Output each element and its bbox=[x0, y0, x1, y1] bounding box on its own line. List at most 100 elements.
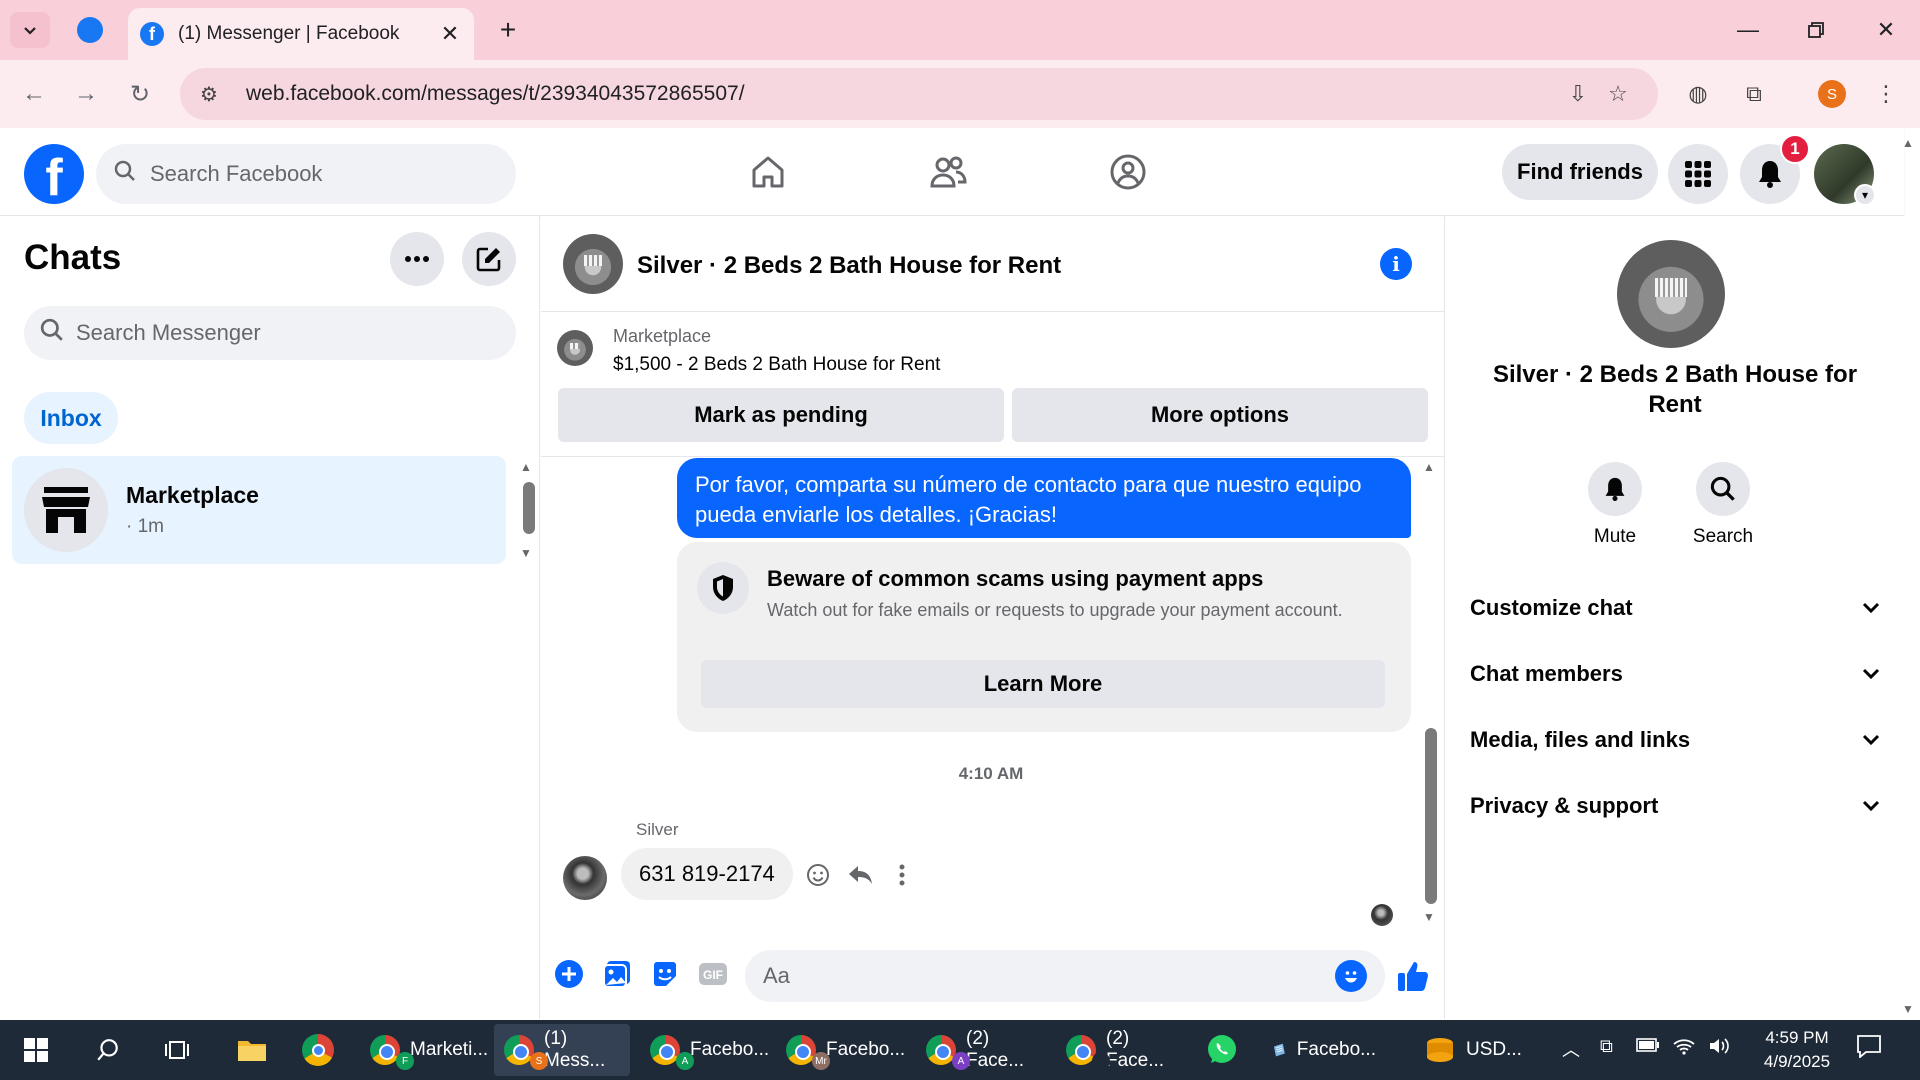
message-more-dots-icon[interactable] bbox=[887, 860, 917, 890]
sidebar-scroll-down-icon[interactable]: ▼ bbox=[520, 546, 532, 560]
address-bar[interactable]: ⚙ web.facebook.com/messages/t/2393404357… bbox=[180, 68, 1658, 120]
react-emoji-icon[interactable] bbox=[803, 860, 833, 890]
mark-as-pending-button[interactable]: Mark as pending bbox=[558, 388, 1004, 442]
listing-thumbnail[interactable] bbox=[557, 330, 593, 366]
chrome-icon[interactable] bbox=[298, 1030, 338, 1070]
chat-members-section[interactable]: Chat members bbox=[1470, 652, 1880, 696]
sidebar-scroll-up-icon[interactable]: ▲ bbox=[520, 460, 532, 474]
restore-button[interactable] bbox=[1786, 8, 1846, 52]
browser-menu-icon[interactable]: ⋮ bbox=[1866, 74, 1906, 114]
battery-icon[interactable] bbox=[1636, 1036, 1660, 1057]
facebook-search-input[interactable]: Search Facebook bbox=[96, 144, 516, 204]
taskbar-search-icon[interactable] bbox=[88, 1030, 128, 1070]
chat-list-item[interactable]: Marketplace · 1m bbox=[12, 456, 506, 564]
sender-avatar[interactable] bbox=[563, 856, 607, 900]
new-tab-button[interactable]: + bbox=[490, 12, 526, 48]
thumbs-up-like-icon[interactable] bbox=[1393, 956, 1433, 996]
find-friends-button[interactable]: Find friends bbox=[1502, 144, 1658, 200]
taskbar-app-facebook-3[interactable]: A (2) Face... bbox=[916, 1024, 1050, 1076]
install-app-icon[interactable]: ⇩ bbox=[1558, 81, 1598, 107]
bookmark-star-icon[interactable]: ☆ bbox=[1598, 81, 1638, 107]
details-avatar[interactable] bbox=[1617, 240, 1725, 348]
gif-label: GIF bbox=[703, 968, 723, 982]
account-chevron-down-icon[interactable]: ▾ bbox=[1854, 184, 1876, 206]
sticker-icon[interactable] bbox=[647, 956, 683, 992]
taskbar-app-label: (2) Face... bbox=[1106, 1028, 1165, 1071]
file-explorer-icon[interactable] bbox=[232, 1030, 272, 1070]
taskbar-app-label: Facebo... bbox=[690, 1039, 770, 1060]
pinned-facebook-tab[interactable] bbox=[68, 12, 112, 48]
learn-more-button[interactable]: Learn More bbox=[701, 660, 1385, 708]
search-in-conversation-button[interactable]: Search bbox=[1693, 462, 1753, 548]
message-composer-input[interactable]: Aa bbox=[745, 950, 1385, 1002]
shield-icon bbox=[697, 562, 749, 614]
conversation-scroll-up-icon[interactable]: ▲ bbox=[1423, 460, 1435, 474]
whatsapp-icon[interactable] bbox=[1202, 1030, 1242, 1070]
task-view-icon[interactable] bbox=[158, 1030, 198, 1070]
incoming-message-bubble[interactable]: 631 819-2174 bbox=[621, 848, 793, 900]
home-nav-icon[interactable] bbox=[708, 144, 828, 200]
menu-grid-icon[interactable] bbox=[1668, 144, 1728, 204]
more-actions-plus-icon[interactable] bbox=[551, 956, 587, 992]
conversation-scroll-down-icon[interactable]: ▼ bbox=[1423, 910, 1435, 924]
more-options-button[interactable]: More options bbox=[1012, 388, 1428, 442]
reload-icon[interactable]: ↻ bbox=[120, 74, 160, 114]
taskbar-app-marketplace[interactable]: F Marketi... bbox=[360, 1024, 488, 1076]
close-window-button[interactable]: ✕ bbox=[1856, 8, 1916, 52]
friends-nav-icon[interactable] bbox=[888, 144, 1008, 200]
show-hidden-icons-chevron-icon[interactable]: ︿ bbox=[1562, 1036, 1580, 1062]
profile-badge: S bbox=[530, 1052, 548, 1070]
taskbar-app-facebook-1[interactable]: A Facebo... bbox=[640, 1024, 770, 1076]
conversation-scrollbar[interactable] bbox=[1425, 728, 1437, 904]
media-files-links-section[interactable]: Media, files and links bbox=[1470, 718, 1880, 762]
taskbar-currency-widget[interactable]: USD... bbox=[1414, 1024, 1536, 1076]
attach-photo-icon[interactable] bbox=[599, 956, 635, 992]
inbox-filter-tab[interactable]: Inbox bbox=[24, 392, 118, 444]
mute-button[interactable]: Mute bbox=[1585, 462, 1645, 548]
system-clock[interactable]: 4:59 PM 4/9/2025 bbox=[1752, 1026, 1842, 1074]
tab-search-chevron-icon[interactable] bbox=[10, 12, 50, 48]
messenger-search-input[interactable]: Search Messenger bbox=[24, 306, 516, 360]
active-tab[interactable]: f (1) Messenger | Facebook ✕ bbox=[128, 8, 474, 60]
conversation-info-icon[interactable]: i bbox=[1380, 248, 1412, 280]
wifi-icon[interactable] bbox=[1672, 1036, 1696, 1061]
facebook-logo-icon[interactable]: f bbox=[24, 144, 84, 204]
gif-icon[interactable]: GIF bbox=[695, 956, 731, 992]
outgoing-message-bubble[interactable]: Por favor, comparta su número de contact… bbox=[677, 458, 1411, 538]
minimize-button[interactable]: — bbox=[1718, 8, 1778, 52]
taskbar-app-notepad-facebook[interactable]: Facebo... bbox=[1262, 1024, 1386, 1076]
back-arrow-icon[interactable]: ← bbox=[14, 74, 54, 114]
groups-nav-icon[interactable] bbox=[1068, 144, 1188, 200]
forward-arrow-icon[interactable]: → bbox=[66, 74, 106, 114]
chevron-down-icon bbox=[1862, 730, 1880, 751]
conversation-title[interactable]: Silver · 2 Beds 2 Bath House for Rent bbox=[637, 252, 1061, 280]
meet-now-icon[interactable]: ⧉ bbox=[1600, 1036, 1613, 1057]
page-scroll-up-icon[interactable]: ▲ bbox=[1902, 136, 1914, 150]
chevron-down-icon bbox=[1862, 598, 1880, 619]
taskbar-app-facebook-4[interactable]: (2) Face... bbox=[1056, 1024, 1190, 1076]
page-scroll-down-icon[interactable]: ▼ bbox=[1902, 1002, 1914, 1016]
windows-start-icon[interactable] bbox=[16, 1030, 56, 1070]
taskbar-app-facebook-2[interactable]: Mr Facebo... bbox=[776, 1024, 908, 1076]
customize-chat-section[interactable]: Customize chat bbox=[1470, 586, 1880, 630]
volume-icon[interactable] bbox=[1708, 1036, 1732, 1061]
conversation-header: Silver · 2 Beds 2 Bath House for Rent i bbox=[541, 216, 1445, 312]
url-text[interactable]: web.facebook.com/messages/t/239340435728… bbox=[246, 82, 1558, 106]
close-tab-icon[interactable]: ✕ bbox=[438, 21, 462, 47]
taskbar-app-messenger[interactable]: S (1) Mess... bbox=[494, 1024, 630, 1076]
privacy-support-section[interactable]: Privacy & support bbox=[1470, 784, 1880, 828]
sidebar-scrollbar[interactable] bbox=[523, 482, 535, 534]
taskbar-app-label: USD... bbox=[1466, 1039, 1522, 1060]
extensions-icon[interactable]: ⧉ bbox=[1734, 74, 1774, 114]
profile-avatar[interactable]: S bbox=[1812, 74, 1852, 114]
notification-center-icon[interactable] bbox=[1856, 1034, 1882, 1063]
new-message-button[interactable] bbox=[462, 232, 516, 286]
chats-options-button[interactable] bbox=[390, 232, 444, 286]
site-info-icon[interactable]: ⚙ bbox=[200, 82, 230, 107]
chats-sidebar: Chats Search Messenger Inbox Marketplace… bbox=[0, 216, 540, 1019]
listing-price-title[interactable]: $1,500 - 2 Beds 2 Bath House for Rent bbox=[613, 354, 940, 376]
emoji-picker-icon[interactable] bbox=[1335, 960, 1367, 992]
conversation-avatar[interactable] bbox=[563, 234, 623, 294]
globe-icon[interactable]: ◍ bbox=[1678, 74, 1718, 114]
reply-arrow-icon[interactable] bbox=[846, 860, 876, 890]
